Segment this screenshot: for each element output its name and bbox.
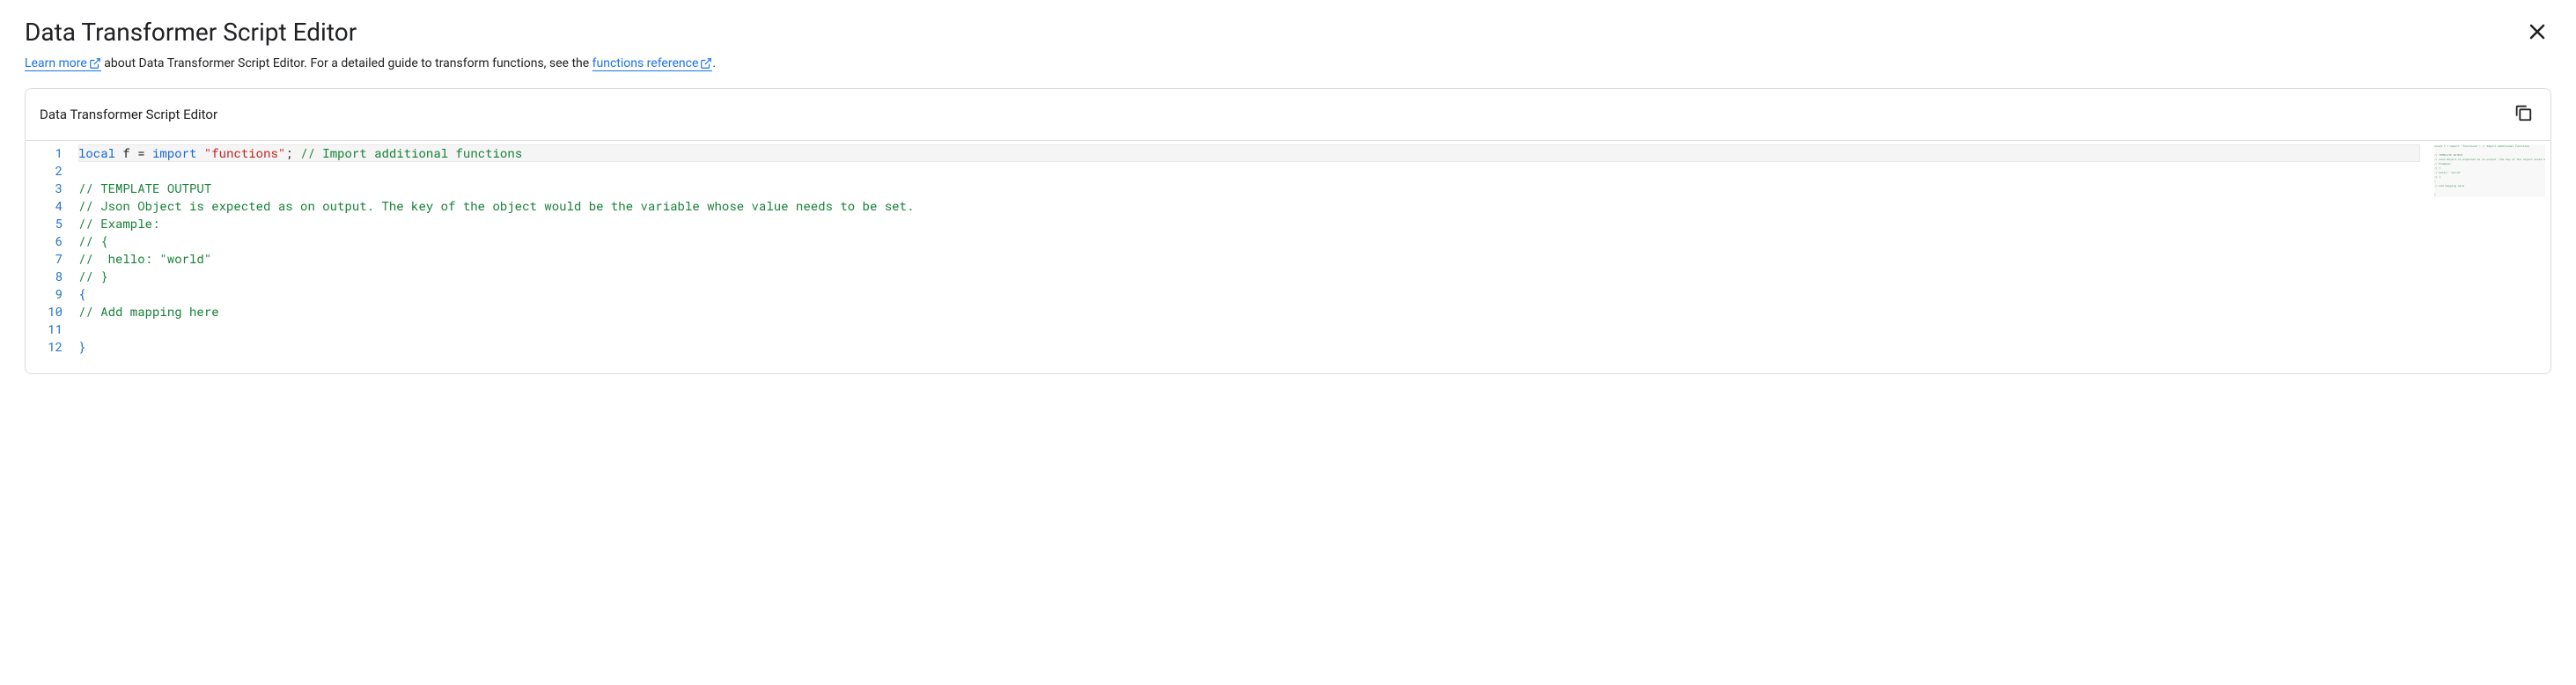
code-area[interactable]: local f = import "functions"; // Import … [78,144,2550,356]
code-line[interactable]: // } [78,268,2427,285]
learn-more-link[interactable]: Learn more [25,56,101,71]
external-link-icon [700,57,712,70]
line-number: 12 [26,338,63,356]
code-line[interactable] [78,162,2427,180]
code-line[interactable]: // Add mapping here [78,303,2427,320]
code-editor[interactable]: 123456789101112 local f = import "functi… [26,141,2550,373]
line-number-gutter: 123456789101112 [26,144,78,356]
close-icon [2527,21,2548,46]
line-number: 3 [26,180,63,197]
line-number: 5 [26,215,63,232]
line-number: 1 [26,144,63,162]
code-line[interactable] [78,320,2427,338]
code-line[interactable]: // Example: [78,215,2427,232]
editor-header: Data Transformer Script Editor [26,89,2550,141]
code-line[interactable]: // TEMPLATE OUTPUT [78,180,2427,197]
description-text: Learn more about Data Transformer Script… [25,56,2551,70]
editor-panel-title: Data Transformer Script Editor [40,107,217,122]
description-end: . [712,56,716,70]
line-number: 11 [26,320,63,338]
line-number: 8 [26,268,63,285]
code-line[interactable]: // Json Object is expected as on output.… [78,197,2427,215]
line-number: 9 [26,285,63,303]
code-line[interactable]: // hello: "world" [78,250,2427,268]
line-number: 7 [26,250,63,268]
copy-button[interactable] [2510,99,2536,129]
code-line[interactable]: local f = import "functions"; // Import … [78,144,2420,162]
external-link-icon [89,57,101,70]
code-line[interactable]: { [78,285,2427,303]
code-line[interactable]: } [78,338,2427,356]
page-title: Data Transformer Script Editor [25,18,357,47]
description-middle: about Data Transformer Script Editor. Fo… [101,56,592,70]
copy-icon [2513,103,2533,126]
editor-panel: Data Transformer Script Editor 123456789… [25,88,2551,374]
line-number: 10 [26,303,63,320]
line-number: 4 [26,197,63,215]
line-number: 6 [26,232,63,250]
code-line[interactable]: // { [78,232,2427,250]
close-button[interactable] [2523,18,2551,49]
line-number: 2 [26,162,63,180]
functions-reference-link[interactable]: functions reference [592,56,713,71]
